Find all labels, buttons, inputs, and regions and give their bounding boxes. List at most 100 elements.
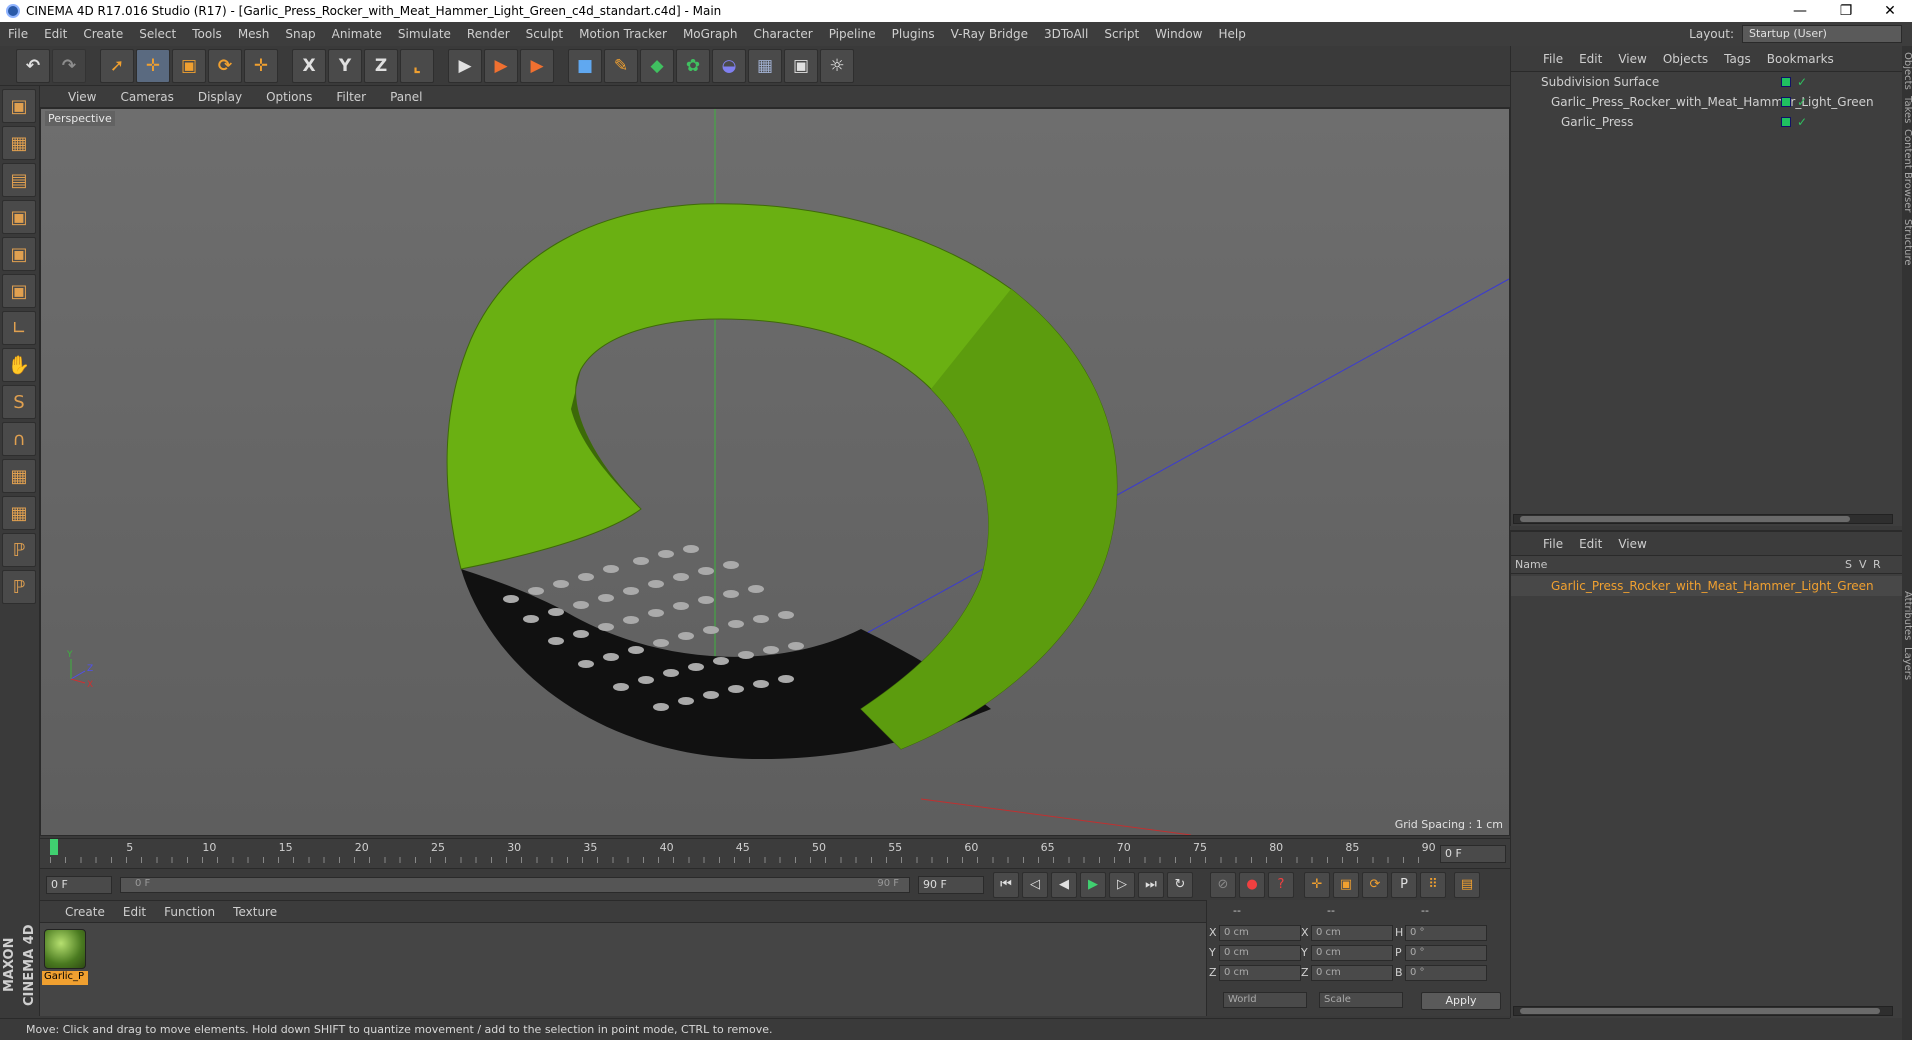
coord-z-b-field[interactable]: 0 cm xyxy=(1311,965,1393,981)
deformer-button[interactable]: ◒ xyxy=(712,48,746,83)
menu-select[interactable]: Select xyxy=(131,22,184,46)
layer-row[interactable]: Garlic_Press_Rocker_with_Meat_Hammer_Lig… xyxy=(1511,576,1903,596)
close-button[interactable]: ✕ xyxy=(1870,0,1910,22)
coord-b-c-field[interactable]: 0 ° xyxy=(1405,965,1487,981)
side-tab-content-browser[interactable]: Content Browser xyxy=(1902,129,1912,212)
left-tool-7-button[interactable]: ✋ xyxy=(2,348,36,382)
restore-button[interactable]: ❐ xyxy=(1826,0,1866,22)
object-menu-file[interactable]: File xyxy=(1535,46,1571,72)
next-frame-button[interactable]: ▷ xyxy=(1109,871,1135,898)
menu-sculpt[interactable]: Sculpt xyxy=(518,22,571,46)
material-menu-function[interactable]: Function xyxy=(155,901,224,923)
menu-pipeline[interactable]: Pipeline xyxy=(821,22,884,46)
play-button[interactable]: ▶ xyxy=(1080,871,1106,898)
object-menu-bookmarks[interactable]: Bookmarks xyxy=(1759,46,1842,72)
camera-button[interactable]: ▣ xyxy=(784,48,818,83)
scale-dropdown[interactable]: Scale xyxy=(1319,992,1403,1008)
subdivision-surface-button[interactable]: ◆ xyxy=(640,48,674,83)
menu-3dtoall[interactable]: 3DToAll xyxy=(1036,22,1096,46)
cube-object-button[interactable]: ■ xyxy=(568,48,602,83)
object-check-icon[interactable]: ✓ xyxy=(1797,112,1807,132)
left-tool-10-button[interactable]: ▦ xyxy=(2,459,36,493)
menu-character[interactable]: Character xyxy=(745,22,820,46)
key-move-button[interactable]: ✛ xyxy=(1304,871,1330,898)
live-selection-button[interactable]: ➚ xyxy=(100,48,134,83)
left-tool-11-button[interactable]: ▦ xyxy=(2,496,36,530)
current-frame-field[interactable]: 0 F xyxy=(1440,845,1506,863)
left-tool-13-button[interactable]: ℙ xyxy=(2,570,36,604)
scale-tool-button[interactable]: ▣ xyxy=(172,48,206,83)
array-button[interactable]: ✿ xyxy=(676,48,710,83)
side-tab-attributes[interactable]: Attributes xyxy=(1902,591,1912,640)
material-menu-create[interactable]: Create xyxy=(56,901,114,923)
object-visibility-icon[interactable] xyxy=(1781,117,1791,127)
left-tool-5-button[interactable]: ▣ xyxy=(2,274,36,308)
left-tool-1-button[interactable]: ▦ xyxy=(2,126,36,160)
object-hscrollbar[interactable] xyxy=(1513,514,1893,524)
menu-create[interactable]: Create xyxy=(75,22,131,46)
menu-plugins[interactable]: Plugins xyxy=(884,22,943,46)
menu-motion-tracker[interactable]: Motion Tracker xyxy=(571,22,675,46)
world-dropdown[interactable]: World xyxy=(1223,992,1307,1008)
playhead[interactable] xyxy=(50,839,58,855)
menu-v-ray-bridge[interactable]: V-Ray Bridge xyxy=(943,22,1036,46)
object-row[interactable]: Garlic_Press ✓ xyxy=(1511,112,1903,132)
key-param-button[interactable]: P xyxy=(1391,871,1417,898)
viewport-menu-filter[interactable]: Filter xyxy=(324,86,378,108)
perspective-viewport[interactable]: Perspective Y Z X Grid Spacing: 1 cm xyxy=(40,108,1510,836)
left-tool-4-button[interactable]: ▣ xyxy=(2,237,36,271)
layer-menu-view[interactable]: View xyxy=(1610,532,1654,556)
side-tab-layers[interactable]: Layers xyxy=(1902,647,1912,680)
coord-y-b-field[interactable]: 0 cm xyxy=(1311,945,1393,961)
coord-x-b-field[interactable]: 0 cm xyxy=(1311,925,1393,941)
autokey-button[interactable]: ? xyxy=(1268,871,1294,898)
object-check-icon[interactable]: ✓ xyxy=(1797,72,1807,92)
viewport-menu-view[interactable]: View xyxy=(56,86,108,108)
material-name[interactable]: Garlic_P xyxy=(42,971,88,985)
menu-file[interactable]: File xyxy=(0,22,36,46)
layer-hscrollbar[interactable] xyxy=(1513,1006,1893,1016)
move-tool-button[interactable]: ✛ xyxy=(136,48,170,83)
coord-h-c-field[interactable]: 0 ° xyxy=(1405,925,1487,941)
layer-menu-edit[interactable]: Edit xyxy=(1571,532,1610,556)
viewport-menu-options[interactable]: Options xyxy=(254,86,324,108)
render-to-picture-viewer-button[interactable]: ▶ xyxy=(484,48,518,83)
record-button[interactable]: ● xyxy=(1239,871,1265,898)
z-axis-button[interactable]: Z xyxy=(364,48,398,83)
left-tool-12-button[interactable]: ℙ xyxy=(2,533,36,567)
key-pla-button[interactable]: ⠿ xyxy=(1420,871,1446,898)
transform-tool-button[interactable]: ✛ xyxy=(244,48,278,83)
menu-render[interactable]: Render xyxy=(459,22,518,46)
side-tab-structure[interactable]: Structure xyxy=(1902,219,1912,266)
coord-y-a-field[interactable]: 0 cm xyxy=(1219,945,1301,961)
object-menu-tags[interactable]: Tags xyxy=(1716,46,1759,72)
menu-snap[interactable]: Snap xyxy=(277,22,323,46)
viewport-menu-cameras[interactable]: Cameras xyxy=(108,86,185,108)
floor-button[interactable]: ▦ xyxy=(748,48,782,83)
material-thumbnail[interactable] xyxy=(44,929,86,969)
motion-record-button[interactable]: ⊘ xyxy=(1210,871,1236,898)
undo-button[interactable]: ↶ xyxy=(16,48,50,83)
menu-window[interactable]: Window xyxy=(1147,22,1210,46)
left-tool-6-button[interactable]: ∟ xyxy=(2,311,36,345)
pen-spline-button[interactable]: ✎ xyxy=(604,48,638,83)
render-settings-button[interactable]: ▶ xyxy=(520,48,554,83)
layout-select[interactable]: Startup (User) xyxy=(1742,25,1902,43)
menu-simulate[interactable]: Simulate xyxy=(390,22,459,46)
viewport-menu-display[interactable]: Display xyxy=(186,86,254,108)
y-axis-button[interactable]: Y xyxy=(328,48,362,83)
side-tab-objects[interactable]: Objects xyxy=(1902,52,1912,90)
coordinate-system-button[interactable]: ⌞ xyxy=(400,48,434,83)
left-tool-9-button[interactable]: ∩ xyxy=(2,422,36,456)
menu-help[interactable]: Help xyxy=(1210,22,1253,46)
menu-animate[interactable]: Animate xyxy=(324,22,390,46)
x-axis-button[interactable]: X xyxy=(292,48,326,83)
left-tool-8-button[interactable]: S xyxy=(2,385,36,419)
start-frame-field[interactable]: 0 F xyxy=(46,875,112,894)
apply-button[interactable]: Apply xyxy=(1421,992,1501,1010)
coord-z-a-field[interactable]: 0 cm xyxy=(1219,965,1301,981)
key-scale-button[interactable]: ▣ xyxy=(1333,871,1359,898)
go-to-end-button[interactable]: ⏭ xyxy=(1138,871,1164,898)
side-tab-takes[interactable]: Takes xyxy=(1902,96,1912,123)
layer-menu-file[interactable]: File xyxy=(1535,532,1571,556)
